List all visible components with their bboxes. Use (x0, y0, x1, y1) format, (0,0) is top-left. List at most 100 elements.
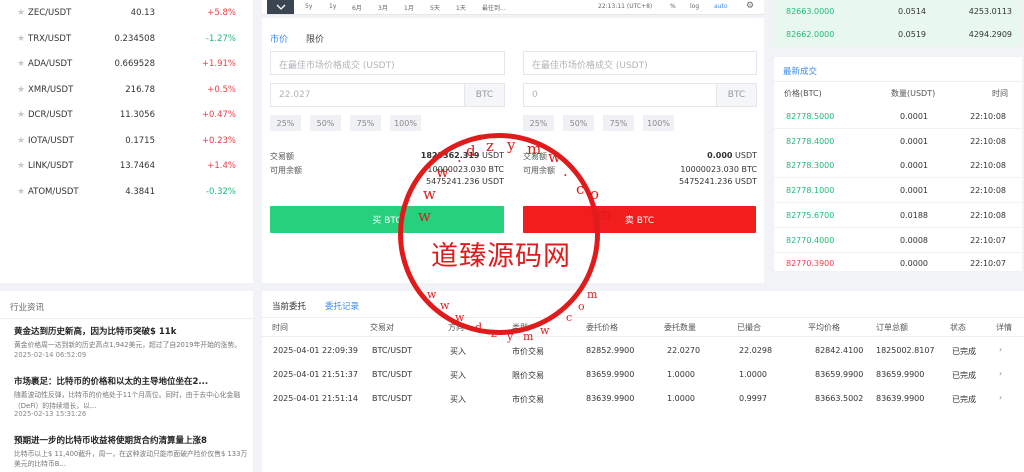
period-1y[interactable]: 1y (329, 3, 336, 10)
divider (774, 81, 1022, 82)
goto-date[interactable]: 最往到... (482, 3, 506, 12)
news-panel: 行业资讯 黄金达到历史新高，因为比特币突破$ 11k 黄金价格周一达到新的历史高… (0, 291, 253, 472)
order-type: 限价交易 (512, 371, 544, 380)
order-pair: BTC/USDT (372, 346, 413, 355)
market-row[interactable]: ★ ADA/USDT 0.669528 +1.91% (0, 51, 250, 77)
sell-balance-btc: 10000023.030 BTC (680, 165, 757, 174)
orders-panel: 当前委托 委托记录 (262, 291, 1024, 472)
period-5d[interactable]: 5天 (430, 3, 440, 12)
market-row[interactable]: ★ TRX/USDT 0.234508 -1.27% (0, 26, 250, 52)
market-row[interactable]: ★ IOTA/USDT 0.1715 +0.23% (0, 128, 250, 154)
market-change: +1.4% (207, 161, 236, 171)
news-headline[interactable]: 预期进一步的比特币收益将使期货合约清算量上涨8 (14, 434, 207, 446)
order-status: 已完成 (952, 347, 976, 356)
trade-row[interactable]: 82770.3900 0.0000 22:10:07 (774, 253, 1022, 272)
period-3m[interactable]: 3月 (378, 3, 388, 12)
market-price: 13.7464 (119, 161, 155, 171)
buy-balance-btc: 10000023.030 BTC (427, 165, 504, 174)
order-avg: 83659.9900 (815, 370, 864, 379)
trade-price: 82770.4000 (786, 236, 835, 245)
buy-percent-100[interactable]: 100% (390, 115, 421, 131)
news-date: 2025-02-13 15:31:26 (14, 410, 87, 418)
buy-balance-usdt: 5475241.236 USDT (426, 177, 504, 186)
sell-percent-25[interactable]: 25% (523, 115, 554, 131)
star-icon[interactable]: ★ (17, 187, 25, 197)
buy-percent-25[interactable]: 25% (270, 115, 301, 131)
trade-amount: 0.0001 (900, 137, 928, 146)
buy-percent-50[interactable]: 50% (310, 115, 341, 131)
ask-price[interactable]: 82663.0000 (786, 7, 834, 16)
period-1m[interactable]: 1月 (404, 3, 414, 12)
sell-amount-input[interactable]: 0 BTC (523, 83, 757, 107)
tab-market-order[interactable]: 市价 (270, 32, 288, 45)
news-headline[interactable]: 黄金达到历史新高，因为比特币突破$ 11k (14, 325, 176, 337)
order-filled: 22.0298 (739, 346, 773, 355)
market-price: 216.78 (125, 85, 155, 95)
trade-row[interactable]: 82775.6700 0.0188 22:10:08 (774, 203, 1022, 228)
order-time: 2025-04-01 21:51:14 (273, 394, 358, 403)
star-icon[interactable]: ★ (17, 34, 25, 44)
period-1d[interactable]: 1天 (456, 3, 466, 12)
trade-row[interactable]: 82778.5000 0.0001 22:10:08 (774, 104, 1022, 129)
sell-button[interactable]: 卖 BTC (523, 206, 756, 233)
trade-row[interactable]: 82778.3000 0.0001 22:10:08 (774, 153, 1022, 178)
sell-percent-50[interactable]: 50% (563, 115, 594, 131)
star-icon[interactable]: ★ (17, 161, 25, 171)
buy-amount-unit: BTC (464, 84, 504, 106)
trade-row[interactable]: 82778.1000 0.0001 22:10:08 (774, 178, 1022, 203)
news-headline[interactable]: 市场裹足：比特币的价格和以太的主导地位坐在2... (14, 375, 208, 387)
sell-total-label: 交易额 (523, 152, 547, 161)
star-icon[interactable]: ★ (17, 85, 25, 95)
trade-price: 82778.3000 (786, 161, 835, 170)
chevron-right-icon[interactable]: › (999, 393, 1002, 402)
market-list-panel: ★ ZEC/USDT 40.13 +5.8% ★ TRX/USDT 0.234508 -1.… (0, 0, 253, 283)
ask-total: 4253.0113 (968, 7, 1012, 16)
buy-button[interactable]: 买 BTC (270, 206, 504, 233)
trade-row[interactable]: 82770.4000 0.0008 22:10:07 (774, 228, 1022, 253)
trade-amount: 0.0001 (900, 112, 928, 121)
percent-toggle[interactable]: % (670, 3, 676, 10)
trade-time: 22:10:08 (970, 161, 1006, 170)
buy-amount-input[interactable]: 22.027 BTC (270, 83, 505, 107)
buy-price-input[interactable]: 在最佳市场价格成交 (USDT) (270, 51, 505, 75)
period-6m[interactable]: 6月 (352, 3, 362, 12)
sell-price-input[interactable]: 在最佳市场价格成交 (USDT) (523, 51, 757, 75)
sell-percent-75[interactable]: 75% (603, 115, 634, 131)
trade-row[interactable]: 82778.4000 0.0001 22:10:08 (774, 129, 1022, 154)
star-icon[interactable]: ★ (17, 59, 25, 69)
market-row[interactable]: ★ XMR/USDT 216.78 +0.5% (0, 77, 250, 103)
star-icon[interactable]: ★ (17, 136, 25, 146)
order-qty: 1.0000 (667, 394, 695, 403)
buy-total-value: 1823362.319 (420, 151, 480, 160)
trade-amount: 0.0188 (900, 211, 928, 220)
tab-order-history[interactable]: 委托记录 (325, 300, 359, 312)
orderbook-asks: 82663.0000 0.0514 4253.0113 82662.0000 0… (774, 0, 1022, 47)
trade-time: 22:10:07 (970, 259, 1006, 268)
tab-current-orders[interactable]: 当前委托 (272, 300, 306, 312)
buy-percent-75[interactable]: 75% (350, 115, 381, 131)
trade-price: 82778.5000 (786, 112, 835, 121)
market-row[interactable]: ★ ATOM/USDT 4.3841 -0.32% (0, 179, 250, 205)
trade-time: 22:10:08 (970, 137, 1006, 146)
market-symbol: TRX/USDT (28, 34, 72, 44)
gear-icon[interactable]: ⚙ (746, 1, 754, 11)
market-row[interactable]: ★ DCR/USDT 11.3056 +0.47% (0, 102, 250, 128)
chevron-right-icon[interactable]: › (999, 345, 1002, 354)
chevron-right-icon[interactable]: › (999, 369, 1002, 378)
period-5y[interactable]: 5y (305, 3, 312, 10)
chart-time: 22:13:11 (UTC+8) (598, 3, 653, 10)
tab-limit-order[interactable]: 限价 (306, 32, 324, 45)
market-change: +0.47% (201, 110, 236, 120)
star-icon[interactable]: ★ (17, 8, 25, 18)
star-icon[interactable]: ★ (17, 110, 25, 120)
sell-percent-100[interactable]: 100% (643, 115, 674, 131)
market-row[interactable]: ★ ZEC/USDT 40.13 +5.8% (0, 0, 250, 26)
sell-price-placeholder: 在最佳市场价格成交 (USDT) (532, 61, 648, 71)
ask-price[interactable]: 82662.0000 (786, 30, 834, 39)
sell-amount-value: 0 (532, 90, 538, 100)
order-time: 2025-04-01 22:09:39 (273, 346, 358, 355)
auto-toggle[interactable]: auto (714, 3, 728, 10)
market-row[interactable]: ★ LINK/USDT 13.7464 +1.4% (0, 153, 250, 179)
chevron-down-icon[interactable] (267, 0, 294, 14)
log-toggle[interactable]: log (690, 3, 699, 10)
